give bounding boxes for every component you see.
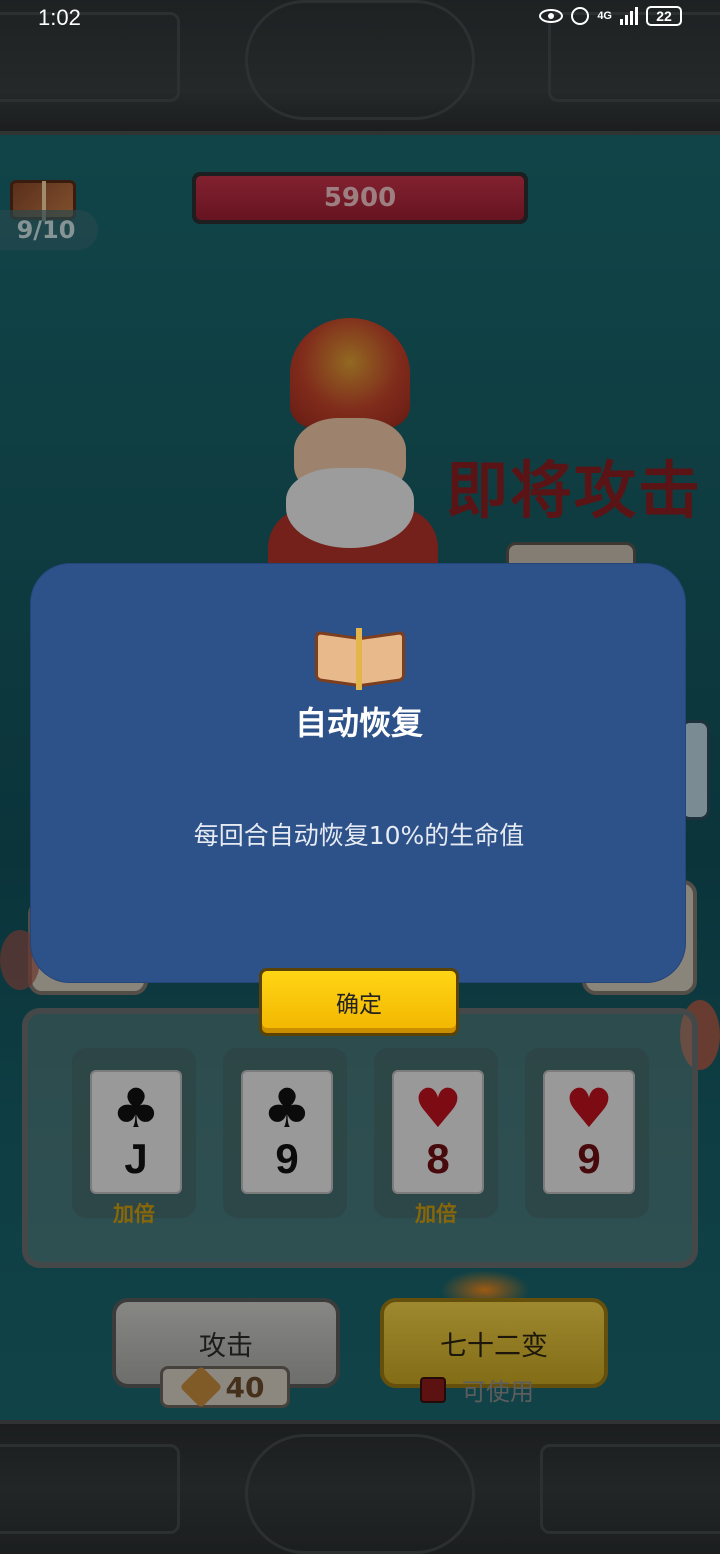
dialog-description: 每回合自动恢复10%的生命值 [193, 821, 525, 850]
confirm-button[interactable]: 确定 [259, 968, 459, 1036]
status-icons: 4G 22 [539, 6, 682, 26]
status-bar: 1:02 4G 22 [0, 0, 720, 36]
signal-icon [620, 7, 638, 25]
alarm-icon [571, 7, 590, 25]
eye-icon [539, 9, 564, 23]
book-icon [313, 628, 407, 690]
skill-info-dialog: 自动恢复 每回合自动恢复10%的生命值 [30, 563, 686, 983]
dialog-title: 自动恢复 [294, 704, 423, 742]
network-label: 4G [597, 10, 612, 22]
battery-icon: 22 [646, 6, 682, 26]
status-time: 1:02 [38, 5, 81, 30]
